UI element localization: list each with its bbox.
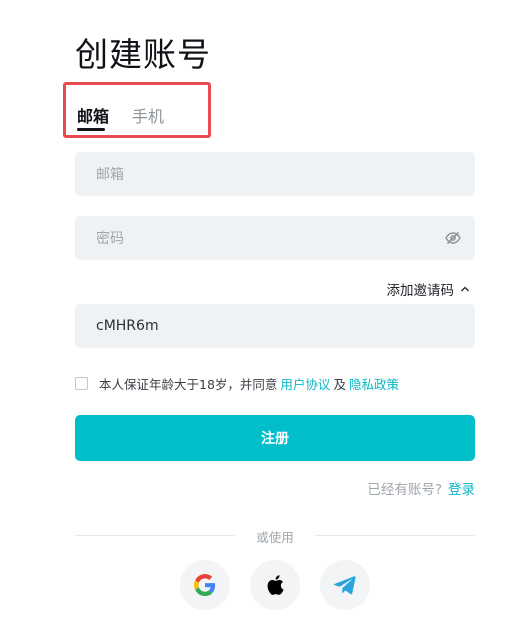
eye-off-icon[interactable] xyxy=(445,230,461,246)
invite-code-toggle[interactable]: 添加邀请码 xyxy=(387,279,471,299)
email-field[interactable]: 邮箱 xyxy=(75,152,475,196)
login-row: 已经有账号? 登录 xyxy=(367,478,475,498)
page-title: 创建账号 xyxy=(75,35,211,74)
user-agreement-link[interactable]: 用户协议 xyxy=(280,374,330,393)
agreement-row: 本人保证年龄大于18岁，并同意 用户协议 及 隐私政策 xyxy=(75,374,402,393)
apple-icon xyxy=(267,575,284,595)
tab-email[interactable]: 邮箱 xyxy=(77,103,109,127)
chevron-up-icon xyxy=(461,286,469,292)
invite-code-value: cMHR6m xyxy=(96,318,159,334)
agreement-and: 及 xyxy=(333,377,346,392)
privacy-policy-link[interactable]: 隐私政策 xyxy=(349,374,399,393)
telegram-login-button[interactable] xyxy=(320,560,370,610)
invite-toggle-label: 添加邀请码 xyxy=(386,283,455,299)
login-prompt: 已经有账号? xyxy=(367,482,442,498)
apple-login-button[interactable] xyxy=(250,560,300,610)
agreement-text: 本人保证年龄大于18岁，并同意 xyxy=(99,377,278,392)
tab-phone[interactable]: 手机 xyxy=(132,103,164,127)
divider-left xyxy=(75,535,235,536)
password-placeholder: 密码 xyxy=(96,231,124,247)
active-tab-underline xyxy=(77,128,105,131)
google-login-button[interactable] xyxy=(180,560,230,610)
register-button[interactable]: 注册 xyxy=(75,415,475,461)
divider-right xyxy=(315,535,475,536)
signup-page: 创建账号 邮箱 手机 邮箱 密码 添加邀请码 cMHR6m 本人保证年龄大于18… xyxy=(0,0,530,635)
social-divider-label: 或使用 xyxy=(256,530,294,545)
login-link[interactable]: 登录 xyxy=(448,482,475,498)
agreement-checkbox[interactable] xyxy=(75,377,88,390)
invite-code-field[interactable]: cMHR6m xyxy=(75,304,475,348)
password-field[interactable]: 密码 xyxy=(75,216,475,260)
email-placeholder: 邮箱 xyxy=(96,167,124,183)
google-icon xyxy=(194,574,216,596)
telegram-icon xyxy=(334,576,356,595)
